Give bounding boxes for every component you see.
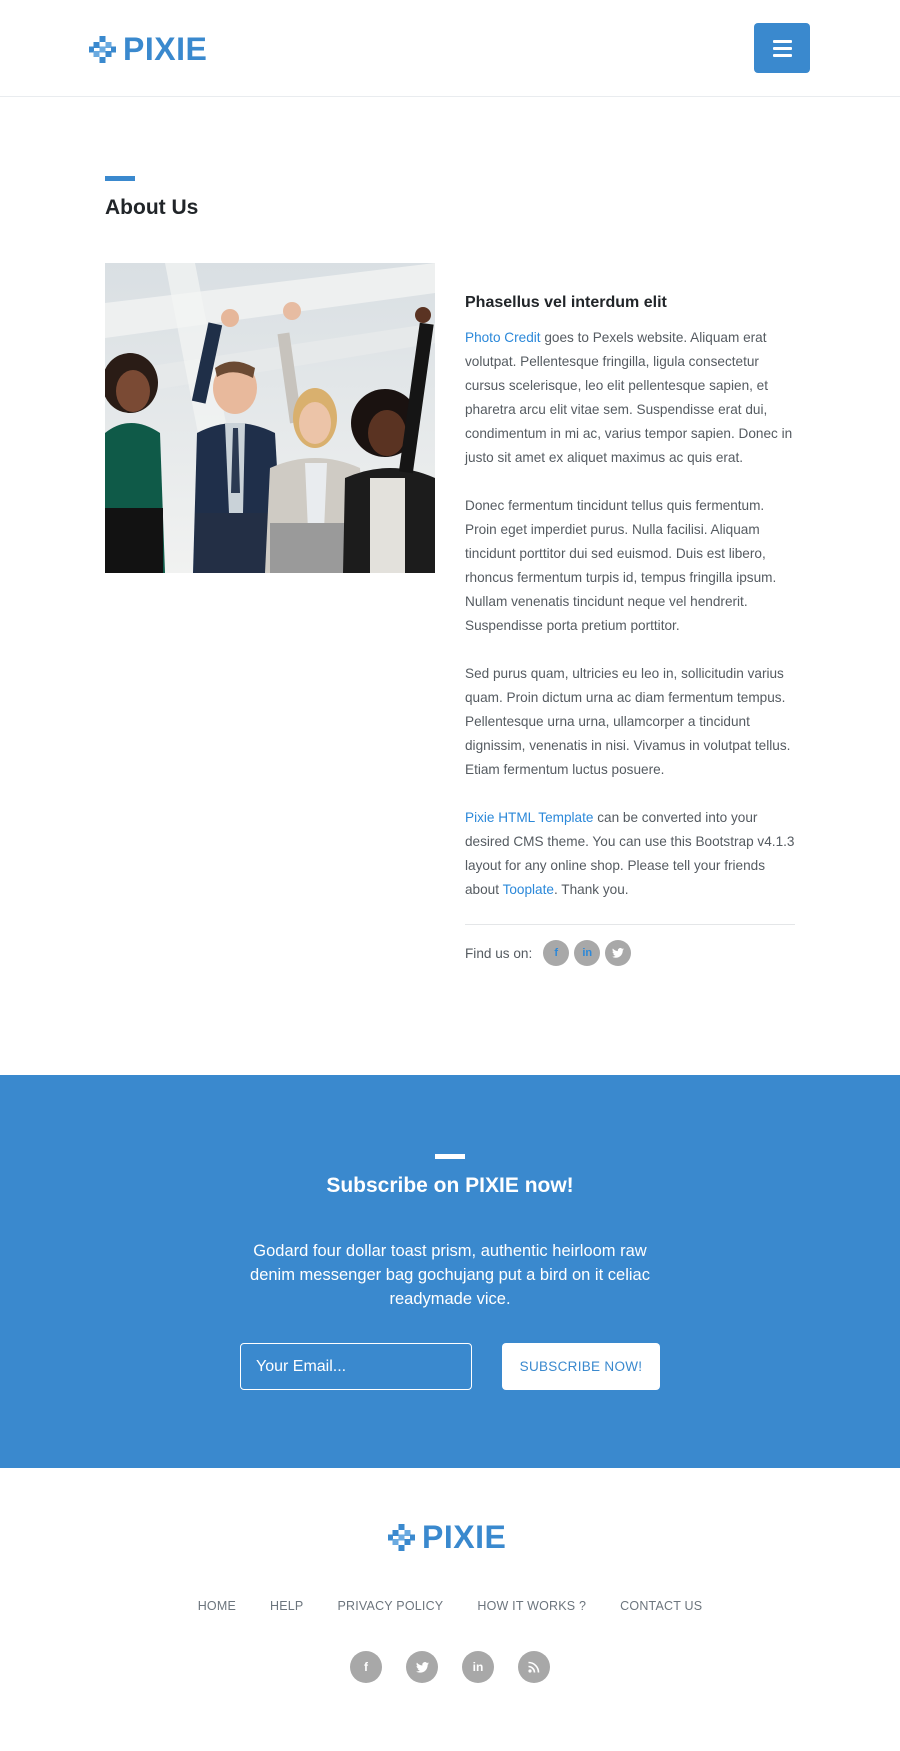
footer-link-privacy-policy[interactable]: PRIVACY POLICY bbox=[337, 1599, 443, 1613]
subscribe-title: Subscribe on PIXIE now! bbox=[326, 1174, 574, 1197]
footer-link-home[interactable]: HOME bbox=[198, 1599, 236, 1613]
footer-link-how-it-works[interactable]: HOW IT WORKS ? bbox=[477, 1599, 586, 1613]
footer-brand-name: PIXIE bbox=[422, 1519, 507, 1555]
site-header: PIXIE bbox=[0, 0, 900, 97]
footer-nav: HOME HELP PRIVACY POLICY HOW IT WORKS ? … bbox=[0, 1599, 900, 1613]
content-divider bbox=[465, 924, 795, 925]
pixel-diamond-icon bbox=[89, 35, 116, 63]
team-celebrating-photo bbox=[105, 263, 435, 573]
twitter-icon[interactable] bbox=[406, 1651, 438, 1683]
rss-icon[interactable] bbox=[518, 1651, 550, 1683]
hamburger-menu-button[interactable] bbox=[754, 23, 810, 73]
about-heading: Phasellus vel interdum elit bbox=[465, 294, 667, 311]
hamburger-menu-icon bbox=[772, 39, 792, 43]
brand-name: PIXIE bbox=[123, 31, 208, 67]
subscribe-button[interactable]: SUBSCRIBE NOW! bbox=[502, 1343, 660, 1390]
footer-link-help[interactable]: HELP bbox=[270, 1599, 303, 1613]
title-accent-bar bbox=[105, 176, 135, 181]
title-accent-bar bbox=[435, 1154, 465, 1159]
twitter-icon[interactable] bbox=[605, 940, 632, 966]
site-footer: PIXIE HOME HELP PRIVACY POLICY HOW IT WO… bbox=[0, 1468, 900, 1751]
linkedin-icon[interactable]: in bbox=[574, 940, 601, 966]
footer-social: f in bbox=[0, 1651, 900, 1683]
brand-logo[interactable]: PIXIE bbox=[89, 31, 207, 67]
photo-credit-link[interactable]: Photo Credit bbox=[465, 330, 541, 345]
linkedin-icon[interactable]: in bbox=[462, 1651, 494, 1683]
email-input[interactable] bbox=[240, 1343, 472, 1390]
tooplate-link[interactable]: Tooplate bbox=[503, 882, 554, 897]
about-section: About Us Phasellus vel interdum elit Pho… bbox=[0, 97, 900, 1075]
pixel-diamond-icon bbox=[388, 1523, 415, 1551]
find-us-row: Find us on: f in bbox=[465, 940, 795, 966]
about-content: Phasellus vel interdum elit Photo Credit… bbox=[465, 293, 795, 966]
about-paragraph-2: Donec fermentum tincidunt tellus quis fe… bbox=[465, 498, 777, 633]
about-title: About Us bbox=[105, 196, 199, 219]
pixie-template-link[interactable]: Pixie HTML Template bbox=[465, 810, 593, 825]
about-paragraph-1: Photo Credit goes to Pexels website. Ali… bbox=[465, 330, 793, 465]
footer-link-contact-us[interactable]: CONTACT US bbox=[620, 1599, 702, 1613]
about-paragraph-4: Pixie HTML Template can be converted int… bbox=[465, 810, 795, 897]
footer-brand-logo[interactable]: PIXIE bbox=[388, 1519, 506, 1555]
find-us-label: Find us on: bbox=[465, 945, 533, 961]
facebook-icon[interactable]: f bbox=[350, 1651, 382, 1683]
subscribe-section: Subscribe on PIXIE now! Godard four doll… bbox=[0, 1075, 900, 1468]
facebook-icon[interactable]: f bbox=[543, 940, 570, 966]
about-paragraph-3: Sed purus quam, ultricies eu leo in, sol… bbox=[465, 666, 791, 777]
subscribe-text: Godard four dollar toast prism, authenti… bbox=[250, 1242, 650, 1308]
